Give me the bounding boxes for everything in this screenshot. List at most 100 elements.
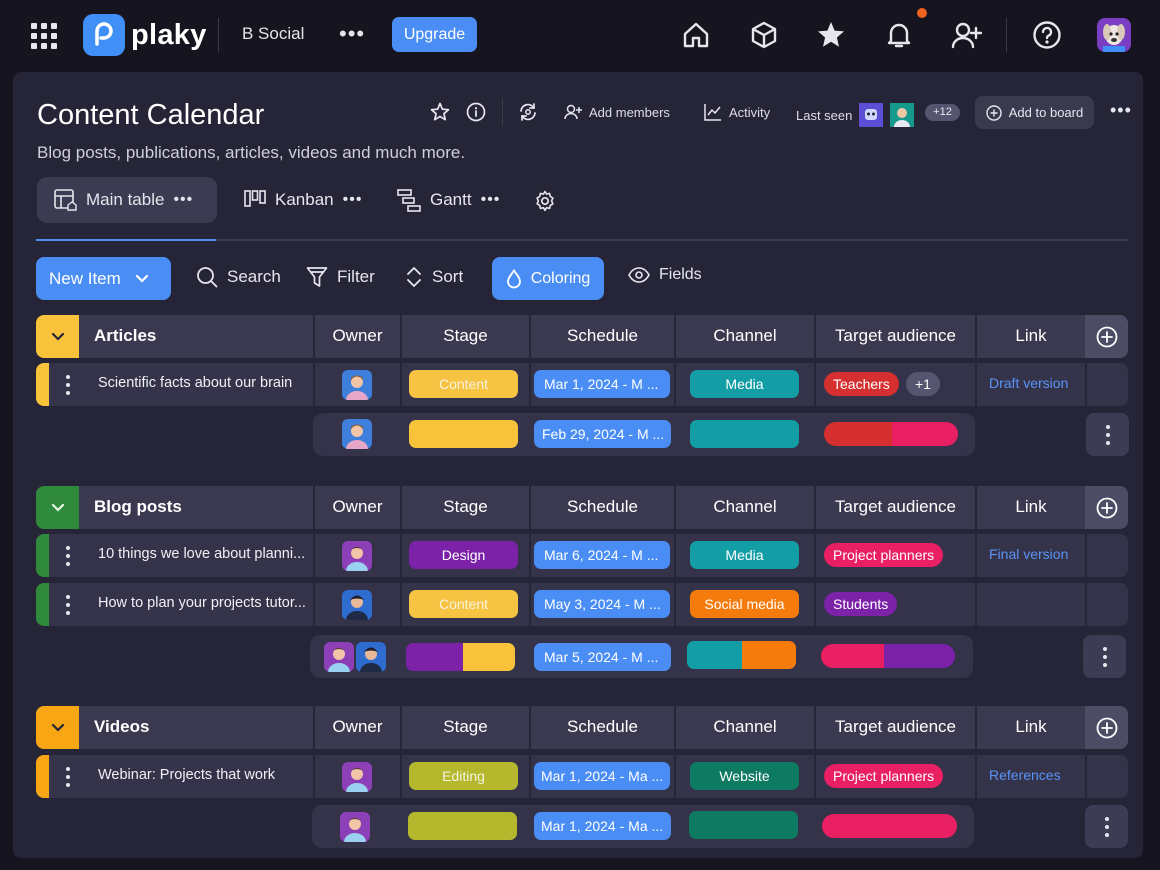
add-members-button[interactable]: Add members (564, 103, 670, 121)
item-name[interactable]: How to plan your projects tutor... (98, 595, 306, 611)
group-name[interactable]: Articles (94, 326, 156, 346)
collapse-group-toggle[interactable] (36, 706, 79, 749)
activity-button[interactable]: Activity (704, 103, 770, 121)
board-description[interactable]: Blog posts, publications, articles, vide… (37, 143, 465, 163)
item-link[interactable]: Draft version (989, 375, 1068, 391)
column-header-owner[interactable]: Owner (315, 717, 400, 737)
audience-tag[interactable]: Project planners (824, 543, 944, 567)
stage-pill[interactable]: Editing (409, 762, 518, 790)
last-seen[interactable]: Last seen (796, 103, 915, 127)
summary-menu-icon[interactable] (1086, 413, 1129, 456)
channel-pill[interactable]: Website (690, 762, 799, 790)
channel-pill[interactable]: Media (690, 541, 799, 569)
audience-tag[interactable]: Students (824, 592, 898, 616)
column-header-schedule[interactable]: Schedule (531, 326, 674, 346)
new-item-button[interactable]: New Item (36, 257, 171, 300)
app-grid-icon[interactable] (31, 23, 57, 49)
info-icon[interactable] (465, 101, 487, 123)
table-row[interactable]: How to plan your projects tutor... Conte… (36, 583, 1128, 626)
sort-button[interactable]: Sort (405, 266, 463, 288)
workspace-more-icon[interactable]: ••• (339, 23, 365, 45)
column-header-channel[interactable]: Channel (676, 497, 814, 517)
favorite-star-icon[interactable] (429, 101, 451, 123)
summary-menu-icon[interactable] (1085, 805, 1128, 848)
star-icon[interactable] (815, 19, 847, 51)
audience-more-badge[interactable]: +1 (906, 372, 940, 396)
chevron-down-icon[interactable] (135, 274, 149, 284)
stage-pill[interactable]: Content (409, 370, 518, 398)
column-header-target-audience[interactable]: Target audience (816, 717, 975, 737)
bell-icon[interactable] (883, 19, 915, 51)
schedule-pill[interactable]: Mar 6, 2024 - M ... (534, 541, 670, 569)
coloring-button[interactable]: Coloring (492, 257, 604, 300)
user-avatar[interactable] (1097, 18, 1131, 52)
column-header-stage[interactable]: Stage (402, 497, 529, 517)
schedule-pill[interactable]: Mar 1, 2024 - M ... (534, 370, 670, 398)
view-settings-gear-icon[interactable] (533, 189, 557, 213)
column-header-stage[interactable]: Stage (402, 717, 529, 737)
channel-pill[interactable]: Media (690, 370, 799, 398)
column-header-target-audience[interactable]: Target audience (816, 326, 975, 346)
table-row[interactable]: Webinar: Projects that work Editing Mar … (36, 755, 1128, 798)
board-title[interactable]: Content Calendar (37, 99, 264, 132)
item-link[interactable]: References (989, 767, 1061, 783)
add-column-button[interactable] (1085, 706, 1128, 749)
row-menu-icon[interactable] (66, 546, 70, 566)
row-menu-icon[interactable] (66, 767, 70, 787)
owner-avatar[interactable] (342, 370, 372, 400)
table-row[interactable]: 10 things we love about planni... Design… (36, 534, 1128, 577)
upgrade-button[interactable]: Upgrade (392, 17, 477, 52)
column-header-schedule[interactable]: Schedule (531, 497, 674, 517)
board-more-icon[interactable]: ••• (1110, 100, 1132, 121)
group-name[interactable]: Videos (94, 717, 149, 737)
search-button[interactable]: Search (196, 266, 281, 288)
collapse-group-toggle[interactable] (36, 486, 79, 529)
add-to-board-button[interactable]: Add to board (975, 96, 1094, 129)
fields-button[interactable]: Fields (628, 266, 702, 284)
column-header-link[interactable]: Link (977, 326, 1085, 346)
tab-more-icon[interactable]: ••• (173, 191, 193, 209)
column-header-owner[interactable]: Owner (315, 326, 400, 346)
home-icon[interactable] (680, 19, 712, 51)
tab-more-icon[interactable]: ••• (481, 191, 501, 209)
plaky-logo[interactable]: plaky (83, 14, 207, 56)
add-column-button[interactable] (1085, 486, 1128, 529)
item-link[interactable]: Final version (989, 546, 1068, 562)
cube-icon[interactable] (748, 19, 780, 51)
tab-more-icon[interactable]: ••• (343, 191, 363, 209)
collapse-group-toggle[interactable] (36, 315, 79, 358)
column-header-link[interactable]: Link (977, 717, 1085, 737)
owner-avatar[interactable] (342, 541, 372, 571)
column-header-target-audience[interactable]: Target audience (816, 497, 975, 517)
row-menu-icon[interactable] (66, 375, 70, 395)
tab-kanban[interactable]: Kanban ••• (244, 177, 362, 223)
column-header-stage[interactable]: Stage (402, 326, 529, 346)
stage-pill[interactable]: Design (409, 541, 518, 569)
tab-gantt[interactable]: Gantt ••• (397, 177, 500, 223)
row-menu-icon[interactable] (66, 595, 70, 615)
tab-main-table[interactable]: Main table ••• (37, 177, 217, 223)
workspace-name[interactable]: B Social (242, 24, 304, 44)
add-column-button[interactable] (1085, 315, 1128, 358)
owner-avatar[interactable] (342, 762, 372, 792)
extra-viewers-badge[interactable]: +12 (925, 104, 960, 121)
schedule-pill[interactable]: Mar 1, 2024 - Ma ... (534, 762, 670, 790)
table-row[interactable]: Scientific facts about our brain Content… (36, 363, 1128, 406)
owner-avatar[interactable] (342, 590, 372, 620)
schedule-pill[interactable]: May 3, 2024 - M ... (534, 590, 670, 618)
item-name[interactable]: Webinar: Projects that work (98, 767, 275, 783)
filter-button[interactable]: Filter (306, 266, 375, 288)
column-header-channel[interactable]: Channel (676, 717, 814, 737)
audience-tag[interactable]: Project planners (824, 764, 944, 788)
group-name[interactable]: Blog posts (94, 497, 182, 517)
help-icon[interactable] (1031, 19, 1063, 51)
stage-pill[interactable]: Content (409, 590, 518, 618)
item-name[interactable]: Scientific facts about our brain (98, 375, 292, 391)
audience-tag[interactable]: Teachers (824, 372, 899, 396)
column-header-channel[interactable]: Channel (676, 326, 814, 346)
column-header-schedule[interactable]: Schedule (531, 717, 674, 737)
sync-icon[interactable] (517, 101, 539, 123)
item-name[interactable]: 10 things we love about planni... (98, 546, 305, 562)
channel-pill[interactable]: Social media (690, 590, 799, 618)
column-header-link[interactable]: Link (977, 497, 1085, 517)
